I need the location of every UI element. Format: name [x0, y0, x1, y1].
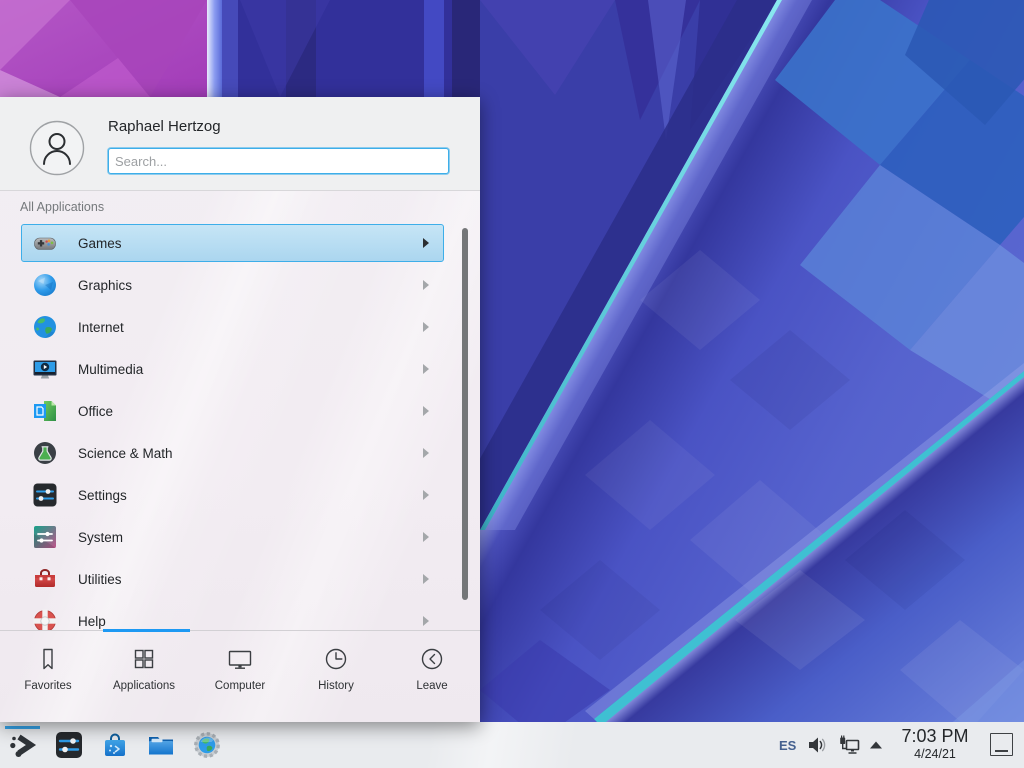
discover-task-button[interactable]: [100, 730, 130, 760]
category-row-utilities[interactable]: Utilities: [21, 560, 444, 598]
taskbar: ES 7:03 PM 4/24/21: [0, 722, 1024, 768]
internet-icon: [32, 314, 58, 340]
category-label: Settings: [78, 488, 423, 503]
keyboard-layout-indicator[interactable]: ES: [779, 722, 796, 768]
system-icon: [32, 524, 58, 550]
system-settings-task-button[interactable]: [54, 730, 84, 760]
category-list: Games Graphics Internet: [0, 191, 480, 630]
tab-label: Applications: [113, 680, 175, 692]
search-input[interactable]: [108, 148, 449, 174]
category-label: Graphics: [78, 278, 423, 293]
network-tray-button[interactable]: [838, 734, 860, 756]
kde-launcher-icon: [8, 730, 38, 760]
digital-clock[interactable]: 7:03 PM 4/24/21: [889, 727, 981, 761]
tab-history[interactable]: History: [290, 631, 383, 722]
keyboard-layout-label: ES: [779, 738, 796, 753]
category-row-games[interactable]: Games: [21, 224, 444, 262]
category-label: Science & Math: [78, 446, 423, 461]
application-launcher-panel: Raphael Hertzog All Applications Games: [0, 97, 480, 722]
submenu-arrow-icon: [423, 574, 429, 584]
submenu-arrow-icon: [423, 490, 429, 500]
games-icon: [32, 230, 58, 256]
active-tab-indicator: [103, 629, 190, 632]
category-label: Internet: [78, 320, 423, 335]
launcher-tab-bar: Favorites Applications Computer: [0, 630, 480, 722]
user-icon: [29, 120, 85, 176]
tab-label: Computer: [215, 680, 266, 692]
volume-icon: [806, 734, 828, 756]
tab-label: History: [318, 680, 354, 692]
application-launcher-button[interactable]: [8, 730, 38, 760]
category-row-graphics[interactable]: Graphics: [21, 266, 444, 304]
tab-label: Leave: [416, 680, 447, 692]
category-label: Games: [78, 236, 423, 251]
submenu-arrow-icon: [423, 322, 429, 332]
discover-icon: [100, 730, 130, 760]
category-row-settings[interactable]: Settings: [21, 476, 444, 514]
konqueror-icon: [192, 730, 222, 760]
category-row-system[interactable]: System: [21, 518, 444, 556]
submenu-arrow-icon: [423, 532, 429, 542]
dolphin-icon: [146, 730, 176, 760]
category-row-office[interactable]: Office: [21, 392, 444, 430]
konqueror-task-button[interactable]: [192, 730, 222, 760]
dolphin-task-button[interactable]: [146, 730, 176, 760]
graphics-icon: [32, 272, 58, 298]
submenu-arrow-icon: [423, 406, 429, 416]
tab-computer[interactable]: Computer: [194, 631, 287, 722]
multimedia-icon: [32, 356, 58, 382]
show-desktop-button[interactable]: [990, 733, 1013, 756]
volume-tray-button[interactable]: [806, 734, 828, 756]
category-label: System: [78, 530, 423, 545]
user-avatar[interactable]: [29, 120, 85, 176]
launcher-active-indicator: [5, 726, 40, 729]
user-name: Raphael Hertzog: [108, 118, 221, 135]
chevron-up-icon: [868, 739, 884, 751]
category-label: Multimedia: [78, 362, 423, 377]
peek-icon: [995, 750, 1008, 752]
submenu-arrow-icon: [423, 616, 429, 626]
science-icon: [32, 440, 58, 466]
category-row-help[interactable]: Help: [21, 602, 444, 630]
network-icon: [838, 734, 860, 756]
category-row-internet[interactable]: Internet: [21, 308, 444, 346]
leave-icon: [418, 645, 446, 673]
category-row-science-math[interactable]: Science & Math: [21, 434, 444, 472]
tab-applications[interactable]: Applications: [98, 631, 191, 722]
tab-favorites[interactable]: Favorites: [2, 631, 95, 722]
bookmark-icon: [34, 645, 62, 673]
clock-time: 7:03 PM: [889, 727, 981, 745]
submenu-arrow-icon: [423, 448, 429, 458]
category-label: Help: [78, 614, 423, 629]
category-label: Office: [78, 404, 423, 419]
submenu-arrow-icon: [423, 364, 429, 374]
tray-expander-button[interactable]: [868, 739, 884, 751]
settings-icon: [32, 482, 58, 508]
office-icon: [32, 398, 58, 424]
clock-date: 4/24/21: [889, 748, 981, 761]
system-settings-icon: [54, 730, 84, 760]
category-row-multimedia[interactable]: Multimedia: [21, 350, 444, 388]
utilities-icon: [32, 566, 58, 592]
category-label: Utilities: [78, 572, 423, 587]
launcher-header: Raphael Hertzog: [0, 97, 480, 191]
history-clock-icon: [322, 645, 350, 673]
computer-icon: [226, 645, 254, 673]
submenu-arrow-icon: [423, 238, 429, 248]
list-scrollbar-thumb[interactable]: [462, 228, 468, 600]
apps-grid-icon: [130, 645, 158, 673]
tab-leave[interactable]: Leave: [386, 631, 479, 722]
submenu-arrow-icon: [423, 280, 429, 290]
help-icon: [32, 608, 58, 630]
tab-label: Favorites: [24, 680, 71, 692]
